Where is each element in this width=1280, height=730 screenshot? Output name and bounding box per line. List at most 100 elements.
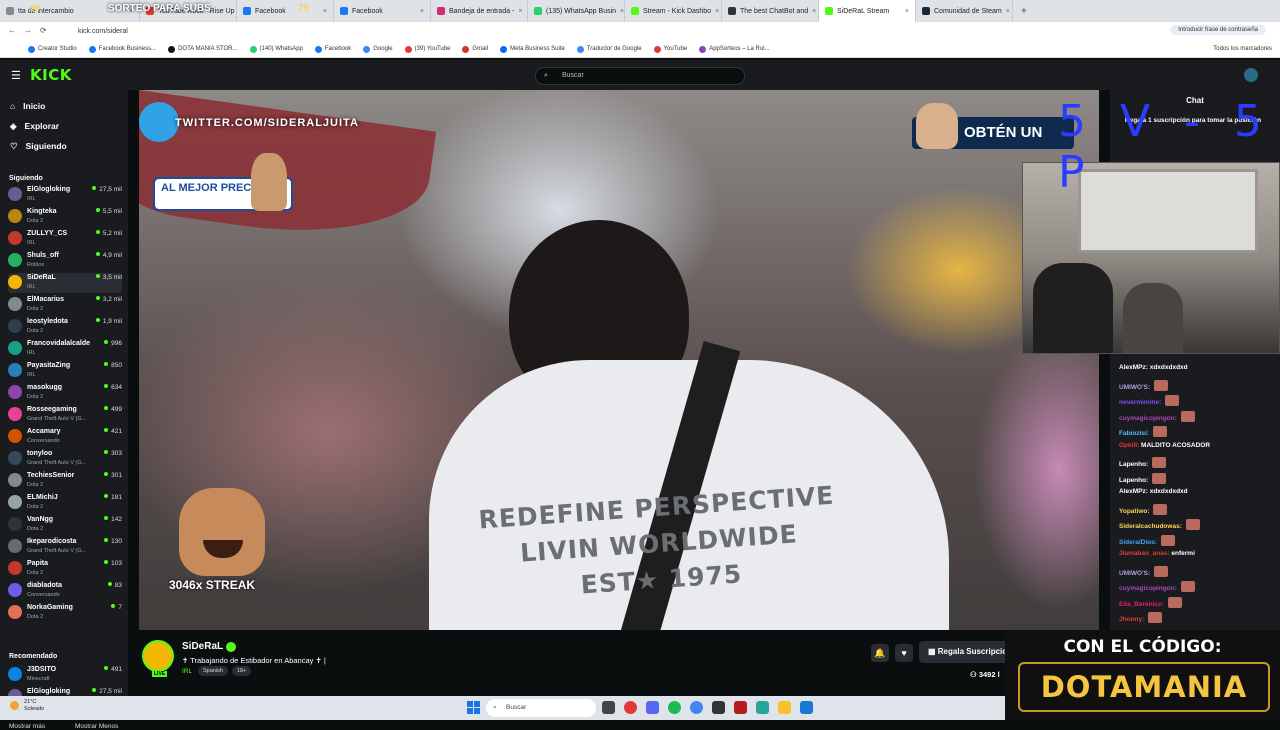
close-icon[interactable]: × [420,8,424,15]
bookmark-item[interactable]: Traductor de Google [576,45,642,53]
chat-username[interactable]: Fabiozisi: [1119,430,1149,437]
file-explorer-icon[interactable] [778,701,791,714]
browser-tab[interactable]: Facebook × [334,0,431,22]
browser-tab[interactable]: SiDeRaL Stream × [819,0,916,22]
browser-tab[interactable]: Comunidad de Steam × [916,0,1013,22]
chat-username[interactable]: Jhonny: [1119,616,1144,623]
gift-subscriptions-button[interactable]: ▦ Regala Suscripciones [919,641,1019,663]
chat-username[interactable]: Opkill: [1119,442,1139,449]
windows-start-icon[interactable] [467,701,480,714]
sidebar-channel[interactable]: Accamary Conversando 421 [8,427,122,447]
channel-avatar[interactable] [142,640,174,672]
chat-username[interactable]: Sideralcachudowas: [1119,523,1182,530]
sidebar-channel[interactable]: J3DSITO Minecraft 491 [8,665,122,685]
sidebar-channel[interactable]: Papita Dota 2 103 [8,559,122,579]
sidebar-channel[interactable]: SiDeRaL IRL 3,5 mil [8,273,122,293]
bookmark-item[interactable]: (140) WhatsApp [249,45,303,53]
task-view-icon[interactable] [602,701,615,714]
chat-username[interactable]: Lapenho: [1119,477,1148,484]
browser-tab[interactable]: (135) WhatsApp Busin × [528,0,625,22]
sidebar-channel[interactable]: ElMacarius Dota 2 3,2 mil [8,295,122,315]
sidebar-channel[interactable]: ZULLYY_CS IRL 5,2 mil [8,229,122,249]
stream-category[interactable]: IRL [182,668,192,675]
sidebar-channel[interactable]: tonyloo Grand Theft Auto V (G... 303 [8,449,122,469]
sidebar-channel[interactable]: PayasitaZing IRL 850 [8,361,122,381]
nav-home[interactable]: ⌂ Inicio [10,101,45,111]
spotify-icon[interactable] [668,701,681,714]
bookmark-item[interactable]: Creator Studio [28,45,77,53]
discord-icon[interactable] [646,701,659,714]
weather-widget[interactable]: 21°C Soleado [10,699,44,713]
tag-language[interactable]: Spanish [198,666,228,676]
chat-username[interactable]: SideralDios: [1119,539,1157,546]
chat-username[interactable]: Jlamaban_anas: [1119,550,1170,557]
close-icon[interactable]: × [715,8,719,15]
sidebar-channel[interactable]: ElGlogloking IRL 27,5 mil [8,185,122,205]
nav-arrows-icon[interactable]: ←→⟳ [8,26,55,35]
kick-logo[interactable]: KICK [30,66,72,84]
browser-tab[interactable]: The best ChatBot and × [722,0,819,22]
chat-username[interactable]: cuymagicopingon: [1119,415,1177,422]
sidebar-channel[interactable]: diabladota Conversando 83 [8,581,122,601]
chat-username[interactable]: Yopatiwo: [1119,508,1150,515]
sidebar-channel[interactable]: Francovidalalcalde IRL 996 [8,339,122,359]
chat-username[interactable]: UMIWO'S: [1119,384,1150,391]
show-less-link[interactable]: Mostrar Menos [75,723,118,730]
app-icon-blue[interactable] [800,701,813,714]
bookmark-item[interactable]: Meta Business Suite [500,45,565,53]
address-bar[interactable]: ←→⟳ kick.com/sideral Introducir frase de… [0,22,1280,41]
search-input[interactable]: ⌕ Buscar [535,67,745,85]
sidebar-channel[interactable]: Kingteka Dota 2 5,5 mil [8,207,122,227]
sidebar-channel[interactable]: NorkaGaming Dota 2 7 [8,603,122,623]
chrome-icon[interactable] [690,701,703,714]
close-icon[interactable]: × [812,8,816,15]
app-icon-teal[interactable] [756,701,769,714]
all-bookmarks[interactable]: Todos los marcadores [1213,46,1272,52]
video-player[interactable]: REDEFINE PERSPECTIVE LIVIN WORLDWIDE EST… [139,90,1099,630]
sidebar-channel[interactable]: VanNgg Dota 2 142 [8,515,122,535]
sidebar-channel[interactable]: ELMichiJ Dota 2 181 [8,493,122,513]
sidebar-channel[interactable]: TechiesSenior Dota 2 301 [8,471,122,491]
close-icon[interactable]: × [905,8,909,15]
chat-username[interactable]: UMIWO'S: [1119,570,1150,577]
bookmark-item[interactable]: Facebook [314,45,351,53]
app-icon-red[interactable] [734,701,747,714]
sidebar-channel[interactable]: leostyledota Dota 2 1,9 mil [8,317,122,337]
chat-username[interactable]: Ella_Berenice: [1119,601,1164,608]
bookmark-item[interactable]: (39) YouTube [404,45,450,53]
obs-icon[interactable] [712,701,725,714]
browser-tab[interactable]: Stream - Kick Dashbo × [625,0,722,22]
tag-age[interactable]: 18+ [232,666,252,676]
password-prompt[interactable]: Introducir frase de contraseña [1170,25,1266,35]
chat-username[interactable]: cuymagicopingon: [1119,585,1177,592]
nav-explore[interactable]: ◈ Explorar [10,121,59,132]
chat-username[interactable]: AlexMPz: [1119,364,1148,371]
browser-tab[interactable]: Bandeja de entrada - × [431,0,528,22]
close-icon[interactable]: × [1006,8,1010,15]
nav-following[interactable]: ♡ Siguiendo [10,141,67,152]
close-icon[interactable]: × [518,8,522,15]
bookmark-item[interactable]: DOTA MANIA STOR... [168,45,238,53]
chat-username[interactable]: AlexMPz: [1119,488,1148,495]
show-more-link[interactable]: Mostrar más [9,723,45,730]
chat-username[interactable]: nevermimine: [1119,399,1161,406]
close-icon[interactable]: × [620,8,624,15]
bookmark-item[interactable]: Google [363,45,393,53]
sidebar-channel[interactable]: Shuls_off Roblox 4,9 mil [8,251,122,271]
follow-heart-icon[interactable]: ♥ [895,644,913,662]
bookmark-item[interactable]: YouTube [653,45,687,53]
sidebar-channel[interactable]: Ikeparodicosta Grand Theft Auto V (G... 13… [8,537,122,557]
taskbar-search[interactable]: ⌕ Buscar [486,699,596,717]
opera-icon[interactable] [624,701,637,714]
chat-username[interactable]: Lapenho: [1119,461,1148,468]
hamburger-menu-icon[interactable]: ☰ [11,69,21,82]
channel-name[interactable]: SiDeRaL [182,641,223,652]
bookmark-item[interactable]: Facebook Business... [88,45,156,53]
user-avatar[interactable] [1244,68,1258,82]
new-tab-icon[interactable]: + [1013,6,1035,17]
sidebar-channel[interactable]: masokugg Dota 2 634 [8,383,122,403]
bookmark-item[interactable]: AppSorteos – La Rul... [699,45,770,53]
url-text[interactable]: kick.com/sideral [78,28,128,35]
bookmark-item[interactable]: Gmail [462,45,488,53]
notification-bell-icon[interactable]: 🔔 [871,644,889,662]
